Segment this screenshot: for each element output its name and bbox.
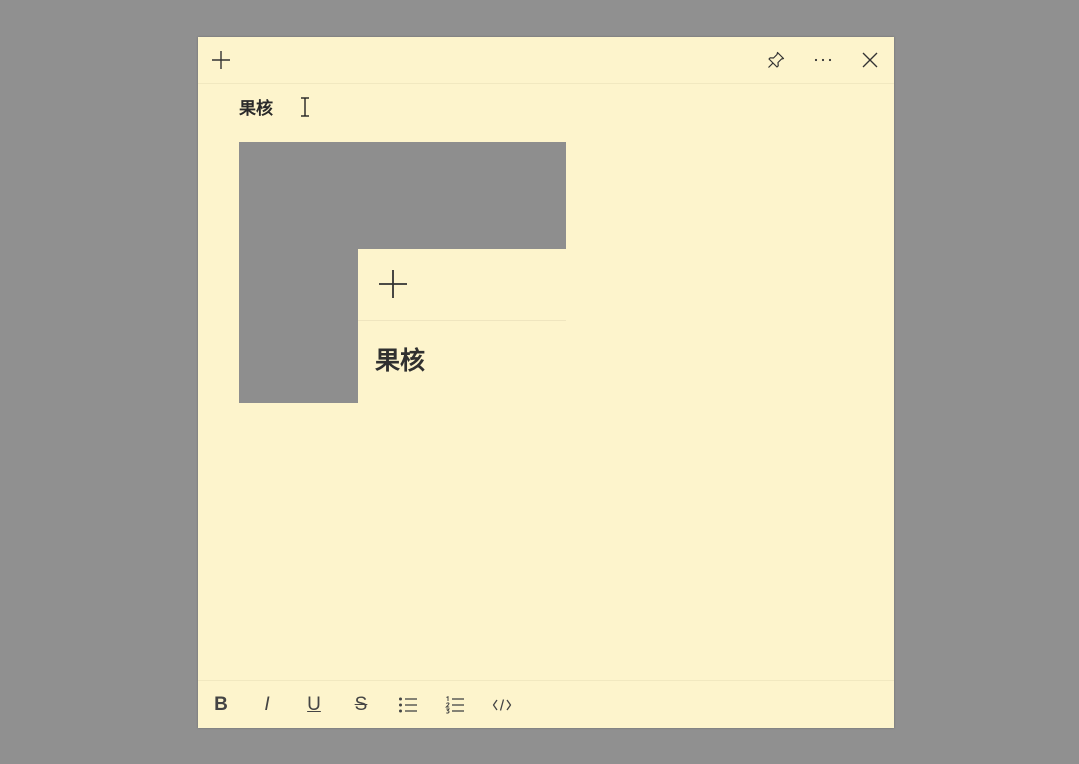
- bullet-list-button[interactable]: [392, 689, 424, 721]
- numbered-list-button[interactable]: [439, 689, 471, 721]
- embedded-note-preview: 果核: [358, 249, 566, 403]
- pin-icon: [768, 51, 785, 68]
- embedded-note-title: 果核: [375, 346, 426, 375]
- embedded-screenshot-image: 果核: [239, 142, 566, 403]
- title-bar: [198, 37, 894, 84]
- close-button[interactable]: [855, 45, 885, 75]
- underline-label: U: [307, 694, 321, 715]
- embedded-title-bar: [358, 249, 566, 321]
- code-icon: [492, 699, 512, 711]
- sticky-note-window: 果核 果核 B I U S: [198, 37, 894, 728]
- bold-button[interactable]: B: [205, 689, 237, 721]
- italic-label: I: [264, 694, 270, 715]
- text-cursor-icon: [301, 97, 309, 117]
- code-button[interactable]: [486, 689, 518, 721]
- new-note-button[interactable]: [206, 45, 236, 75]
- note-editor[interactable]: 果核: [239, 97, 273, 121]
- italic-button[interactable]: I: [251, 689, 283, 721]
- plus-icon: [212, 51, 230, 69]
- pin-button[interactable]: [761, 45, 791, 75]
- strikethrough-button[interactable]: S: [345, 689, 377, 721]
- formatting-toolbar: B I U S: [198, 680, 894, 728]
- strikethrough-label: S: [354, 694, 368, 715]
- numbered-list-icon: [445, 696, 464, 714]
- bold-label: B: [214, 694, 228, 715]
- close-icon: [862, 52, 878, 68]
- more-options-button[interactable]: [808, 45, 838, 75]
- note-title-text: 果核: [239, 99, 273, 119]
- more-icon: [814, 58, 832, 62]
- bullet-list-icon: [399, 697, 417, 713]
- plus-icon: [379, 270, 407, 298]
- underline-button[interactable]: U: [298, 689, 330, 721]
